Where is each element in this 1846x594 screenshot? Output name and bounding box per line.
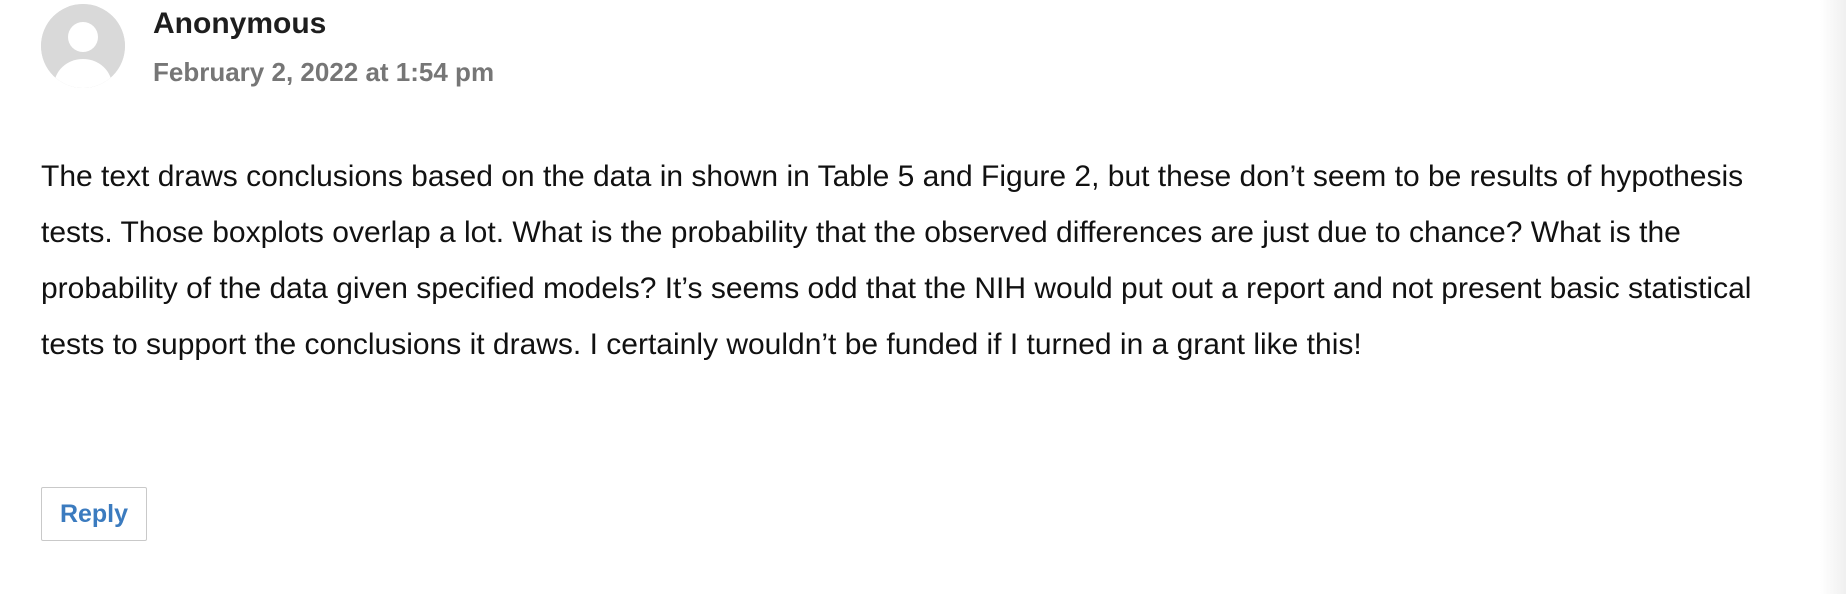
user-silhouette-icon (41, 4, 125, 88)
comment-body: The text draws conclusions based on the … (41, 160, 1752, 361)
avatar (41, 4, 125, 88)
comment-date[interactable]: February 2, 2022 at 1:54 pm (153, 54, 494, 90)
comment: Anonymous February 2, 2022 at 1:54 pm Th… (0, 0, 1846, 594)
reply-button[interactable]: Reply (41, 487, 147, 541)
page-edge-shadow (1820, 0, 1846, 594)
comment-author: Anonymous (153, 7, 327, 40)
